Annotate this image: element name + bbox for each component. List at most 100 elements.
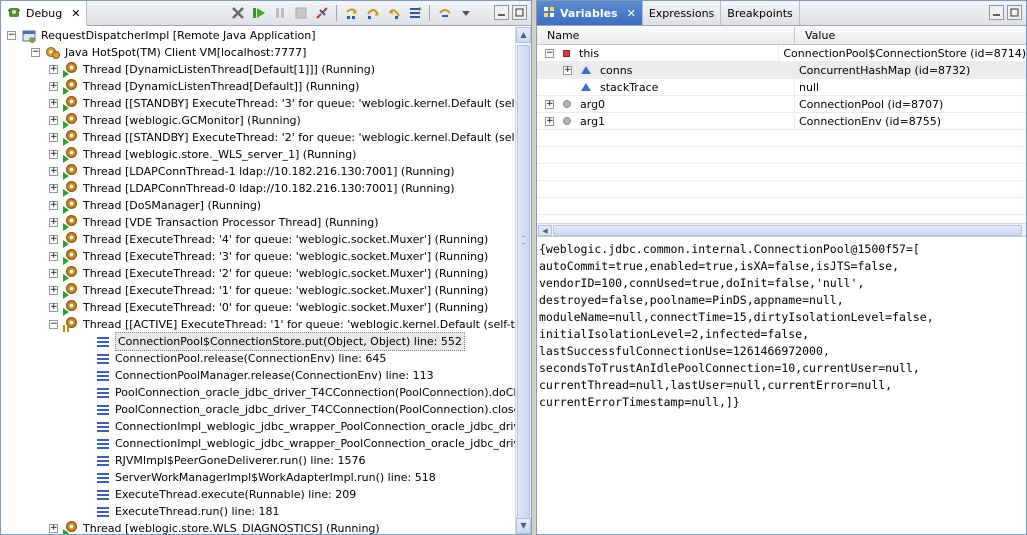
expand-icon[interactable]: + bbox=[49, 99, 58, 108]
variable-row[interactable]: + arg0 ConnectionPool (id=8707) bbox=[537, 96, 1026, 113]
variable-row[interactable]: − this ConnectionPool$ConnectionStore (id=… bbox=[537, 45, 1026, 62]
expand-icon[interactable]: + bbox=[49, 286, 58, 295]
tree-row[interactable]: + Thread [DynamicListenThread[Default[1]]… bbox=[1, 61, 515, 78]
tree-row[interactable]: ConnectionImpl_weblogic_jdbc_wrapper_Poo… bbox=[1, 418, 515, 435]
drop-to-frame-icon[interactable] bbox=[406, 4, 423, 21]
thread-running-icon bbox=[63, 180, 79, 197]
tree-row[interactable]: + Thread [ExecuteThread: '0' for queue: '… bbox=[1, 299, 515, 316]
close-icon[interactable]: ✕ bbox=[71, 7, 80, 20]
suspend-icon[interactable] bbox=[271, 4, 288, 21]
collapse-icon[interactable]: − bbox=[545, 48, 554, 58]
variables-view: Variables ✕ Expressions Breakpoints Name Va… bbox=[536, 0, 1027, 535]
maximize-icon[interactable] bbox=[512, 5, 527, 20]
tree-row[interactable]: ExecuteThread.execute(Runnable) line: 20… bbox=[1, 486, 515, 503]
step-into-icon[interactable] bbox=[343, 4, 360, 21]
tab-debug[interactable]: Debug ✕ bbox=[1, 1, 88, 26]
collapse-icon[interactable]: − bbox=[7, 31, 16, 40]
disconnect-icon[interactable] bbox=[313, 4, 330, 21]
debug-vertical-scrollbar[interactable]: ▲ ▼ bbox=[515, 27, 531, 534]
tree-row[interactable]: − RequestDispatcherImpl [Remote Java Appl… bbox=[1, 27, 515, 44]
tree-row[interactable]: ConnectionImpl_weblogic_jdbc_wrapper_Poo… bbox=[1, 435, 515, 452]
expand-icon[interactable]: + bbox=[49, 218, 58, 227]
variable-row[interactable]: + conns ConcurrentHashMap (id=8732) bbox=[537, 62, 1026, 79]
expand-icon[interactable]: + bbox=[49, 524, 58, 533]
tree-row[interactable]: + Thread [weblogic.GCMonitor] (Running) bbox=[1, 112, 515, 129]
tree-row[interactable]: + Thread [weblogic.store._WLS_server_1] (… bbox=[1, 146, 515, 163]
tree-row[interactable]: + Thread [DoSManager] (Running) bbox=[1, 197, 515, 214]
step-return-icon[interactable] bbox=[385, 4, 402, 21]
expand-icon[interactable]: + bbox=[49, 252, 58, 261]
expand-icon[interactable]: + bbox=[49, 269, 58, 278]
variable-row[interactable]: + arg1 ConnectionEnv (id=8755) bbox=[537, 113, 1026, 130]
tree-row[interactable]: + Thread [[STANDBY] ExecuteThread: '3' fo… bbox=[1, 95, 515, 112]
tree-row[interactable]: + Thread [weblogic.store.WLS_DIAGNOSTICS]… bbox=[1, 520, 515, 534]
expand-icon[interactable]: + bbox=[49, 201, 58, 210]
thread-running-icon bbox=[63, 214, 79, 231]
tree-row[interactable]: + Thread [VDE Transaction Processor Threa… bbox=[1, 214, 515, 231]
maximize-icon[interactable] bbox=[1007, 5, 1022, 20]
tree-row[interactable]: + Thread [ExecuteThread: '4' for queue: '… bbox=[1, 231, 515, 248]
collapse-icon[interactable]: − bbox=[49, 320, 58, 329]
tree-item-label: Thread [VDE Transaction Processor Thread… bbox=[83, 216, 379, 229]
tree-row[interactable]: ServerWorkManagerImpl$WorkAdapterImpl.ru… bbox=[1, 469, 515, 486]
scroll-left-icon[interactable]: ◀ bbox=[538, 225, 552, 236]
expand-icon[interactable]: + bbox=[545, 99, 554, 109]
expand-icon[interactable]: + bbox=[49, 167, 58, 176]
view-menu-icon[interactable] bbox=[457, 4, 474, 21]
tree-row[interactable]: ConnectionPoolManager.release(Connection… bbox=[1, 367, 515, 384]
tree-row[interactable]: + Thread [ExecuteThread: '2' for queue: '… bbox=[1, 265, 515, 282]
tab-expressions[interactable]: Expressions bbox=[643, 1, 722, 25]
tree-row[interactable]: + Thread [DynamicListenThread[Default]] (… bbox=[1, 78, 515, 95]
minimize-icon[interactable] bbox=[989, 5, 1004, 20]
expand-icon[interactable]: + bbox=[49, 65, 58, 74]
tree-row[interactable]: + Thread [LDAPConnThread-1 ldap://10.182.… bbox=[1, 163, 515, 180]
scroll-up-icon[interactable]: ▲ bbox=[516, 27, 531, 43]
variables-table[interactable]: Name Value − this ConnectionPool$Connectio… bbox=[537, 27, 1026, 223]
expand-icon[interactable]: + bbox=[49, 184, 58, 193]
expand-icon[interactable]: + bbox=[49, 235, 58, 244]
tree-row[interactable]: ConnectionPool.release(ConnectionEnv) li… bbox=[1, 350, 515, 367]
tree-row[interactable]: + Thread [ExecuteThread: '1' for queue: '… bbox=[1, 282, 515, 299]
column-header-name[interactable]: Name bbox=[537, 27, 795, 44]
variables-header: Name Value bbox=[537, 27, 1026, 45]
variable-row[interactable]: stackTrace null bbox=[537, 79, 1026, 96]
variable-value: ConnectionEnv (id=8755) bbox=[799, 115, 942, 128]
tree-row[interactable]: + Thread [LDAPConnThread-0 ldap://10.182.… bbox=[1, 180, 515, 197]
resume-icon[interactable] bbox=[250, 4, 267, 21]
remove-terminated-icon[interactable] bbox=[229, 4, 246, 21]
expand-icon[interactable]: + bbox=[49, 150, 58, 159]
variables-horizontal-scrollbar[interactable]: ◀ bbox=[537, 223, 1026, 237]
step-over-icon[interactable] bbox=[364, 4, 381, 21]
column-header-value[interactable]: Value bbox=[795, 27, 1026, 44]
tab-variables[interactable]: Variables ✕ bbox=[537, 1, 643, 25]
variable-detail-pane[interactable]: {weblogic.jdbc.common.internal.Connectio… bbox=[537, 239, 1026, 534]
variables-rows: − this ConnectionPool$ConnectionStore (id=… bbox=[537, 45, 1026, 215]
terminate-icon[interactable] bbox=[292, 4, 309, 21]
expand-icon[interactable]: + bbox=[49, 116, 58, 125]
scroll-down-icon[interactable]: ▼ bbox=[516, 518, 531, 534]
minimize-icon[interactable] bbox=[494, 5, 509, 20]
expand-icon[interactable]: + bbox=[49, 303, 58, 312]
collapse-icon[interactable]: − bbox=[31, 48, 40, 57]
tree-row[interactable]: ConnectionPool$ConnectionStore.put(Objec… bbox=[1, 332, 515, 351]
tree-row[interactable]: − Java HotSpot(TM) Client VM[localhost:77… bbox=[1, 44, 515, 61]
tree-row[interactable]: + Thread [ExecuteThread: '3' for queue: '… bbox=[1, 248, 515, 265]
use-step-filters-icon[interactable] bbox=[436, 4, 453, 21]
scrollbar-thumb[interactable] bbox=[517, 45, 530, 534]
tree-row[interactable]: ExecuteThread.run() line: 181 bbox=[1, 503, 515, 520]
expand-icon[interactable]: + bbox=[49, 82, 58, 91]
expand-icon[interactable]: + bbox=[49, 133, 58, 142]
tab-breakpoints[interactable]: Breakpoints bbox=[721, 1, 800, 25]
expand-icon[interactable]: + bbox=[545, 116, 554, 126]
tree-row[interactable]: PoolConnection_oracle_jdbc_driver_T4CCon… bbox=[1, 384, 515, 401]
scrollbar-thumb[interactable] bbox=[553, 225, 1022, 236]
close-icon[interactable]: ✕ bbox=[627, 7, 636, 20]
tree-row[interactable]: RJVMImpl$PeerGoneDeliverer.run() line: 1… bbox=[1, 452, 515, 469]
tree-row[interactable]: + Thread [[STANDBY] ExecuteThread: '2' fo… bbox=[1, 129, 515, 146]
tree-row[interactable]: − Thread [[ACTIVE] ExecuteThread: '1' for… bbox=[1, 316, 515, 333]
tree-row[interactable]: PoolConnection_oracle_jdbc_driver_T4CCon… bbox=[1, 401, 515, 418]
tree-item-label: PoolConnection_oracle_jdbc_driver_T4CCon… bbox=[115, 403, 515, 416]
debug-tree[interactable]: − RequestDispatcherImpl [Remote Java Appl… bbox=[1, 27, 515, 534]
expand-icon[interactable]: + bbox=[563, 65, 572, 75]
